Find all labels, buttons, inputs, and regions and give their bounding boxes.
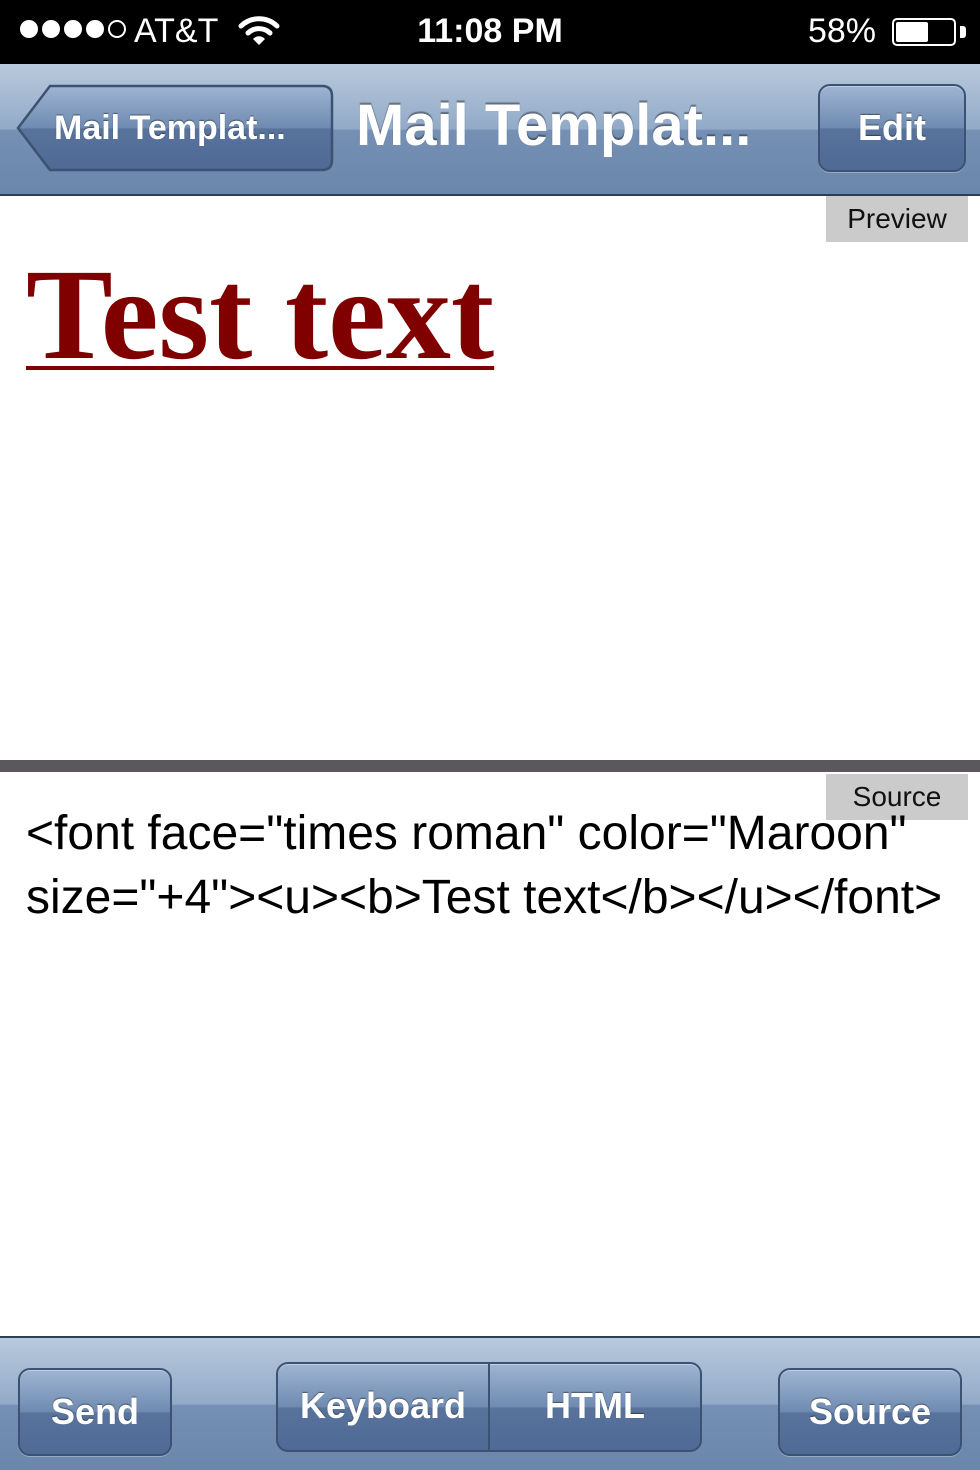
html-source-text[interactable]: <font face="times roman" color="Maroon" … (26, 802, 956, 930)
page-title: Mail Templat... (356, 93, 752, 158)
preview-pane[interactable]: Preview Test text (0, 196, 980, 760)
battery-icon (892, 18, 956, 46)
battery-fill (896, 22, 928, 42)
preview-rendered-text: Test text (26, 243, 495, 387)
battery-percent: 58% (807, 12, 876, 50)
input-mode-segmented-control: Keyboard HTML (276, 1362, 702, 1452)
preview-label: Preview (826, 196, 968, 242)
back-button-label: Mail Templat... (54, 108, 286, 147)
battery-nub (960, 26, 966, 38)
status-bar: AT&T 11:08 PM 58% (0, 0, 980, 64)
bottom-toolbar: Send Keyboard HTML Source (0, 1336, 980, 1470)
back-button[interactable]: Mail Templat... (16, 84, 334, 172)
pane-divider[interactable] (0, 760, 980, 772)
source-button[interactable]: Source (778, 1368, 962, 1456)
navigation-bar: Mail Templat... Mail Templat... Edit (0, 64, 980, 196)
keyboard-segment[interactable]: Keyboard (278, 1364, 488, 1450)
send-button[interactable]: Send (18, 1368, 172, 1456)
html-segment[interactable]: HTML (488, 1364, 700, 1450)
source-pane[interactable]: Source <font face="times roman" color="M… (0, 772, 980, 1336)
edit-button[interactable]: Edit (818, 84, 966, 172)
